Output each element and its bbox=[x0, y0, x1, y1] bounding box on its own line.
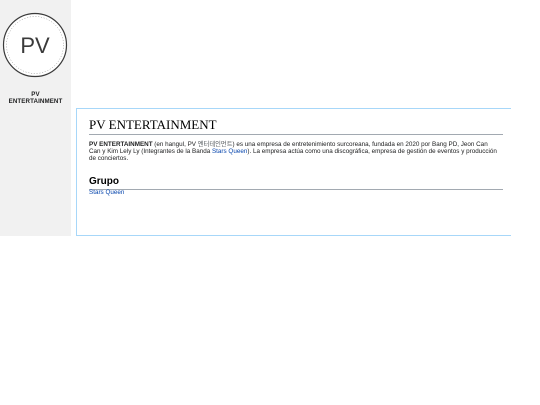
site-name-line2: ENTERTAINMENT bbox=[8, 97, 63, 105]
section-heading-grupo: Grupo bbox=[89, 176, 503, 190]
intro-hangul: 엔터테인먼트 bbox=[197, 141, 233, 148]
article-content: PV ENTERTAINMENT PV ENTERTAINMENT (en ha… bbox=[76, 108, 511, 236]
sidebar: PV PV ENTERTAINMENT bbox=[0, 0, 71, 236]
page-title: PV ENTERTAINMENT bbox=[89, 117, 503, 135]
site-name: PV ENTERTAINMENT bbox=[0, 91, 71, 106]
stars-queen-link[interactable]: Stars Queen bbox=[212, 148, 247, 155]
logo-text: PV bbox=[20, 33, 50, 58]
circular-logo-icon: PV bbox=[2, 12, 68, 78]
intro-paragraph: PV ENTERTAINMENT (en hangul, PV 엔터테인먼트) … bbox=[89, 141, 499, 163]
grupo-list: Stars Queen bbox=[89, 189, 124, 196]
grupo-link-stars-queen[interactable]: Stars Queen bbox=[89, 189, 124, 196]
list-item: Stars Queen bbox=[89, 189, 124, 196]
intro-subject: PV ENTERTAINMENT bbox=[89, 141, 153, 148]
site-logo-link[interactable]: PV bbox=[2, 12, 68, 78]
intro-text-1: (en hangul, PV bbox=[152, 141, 198, 148]
